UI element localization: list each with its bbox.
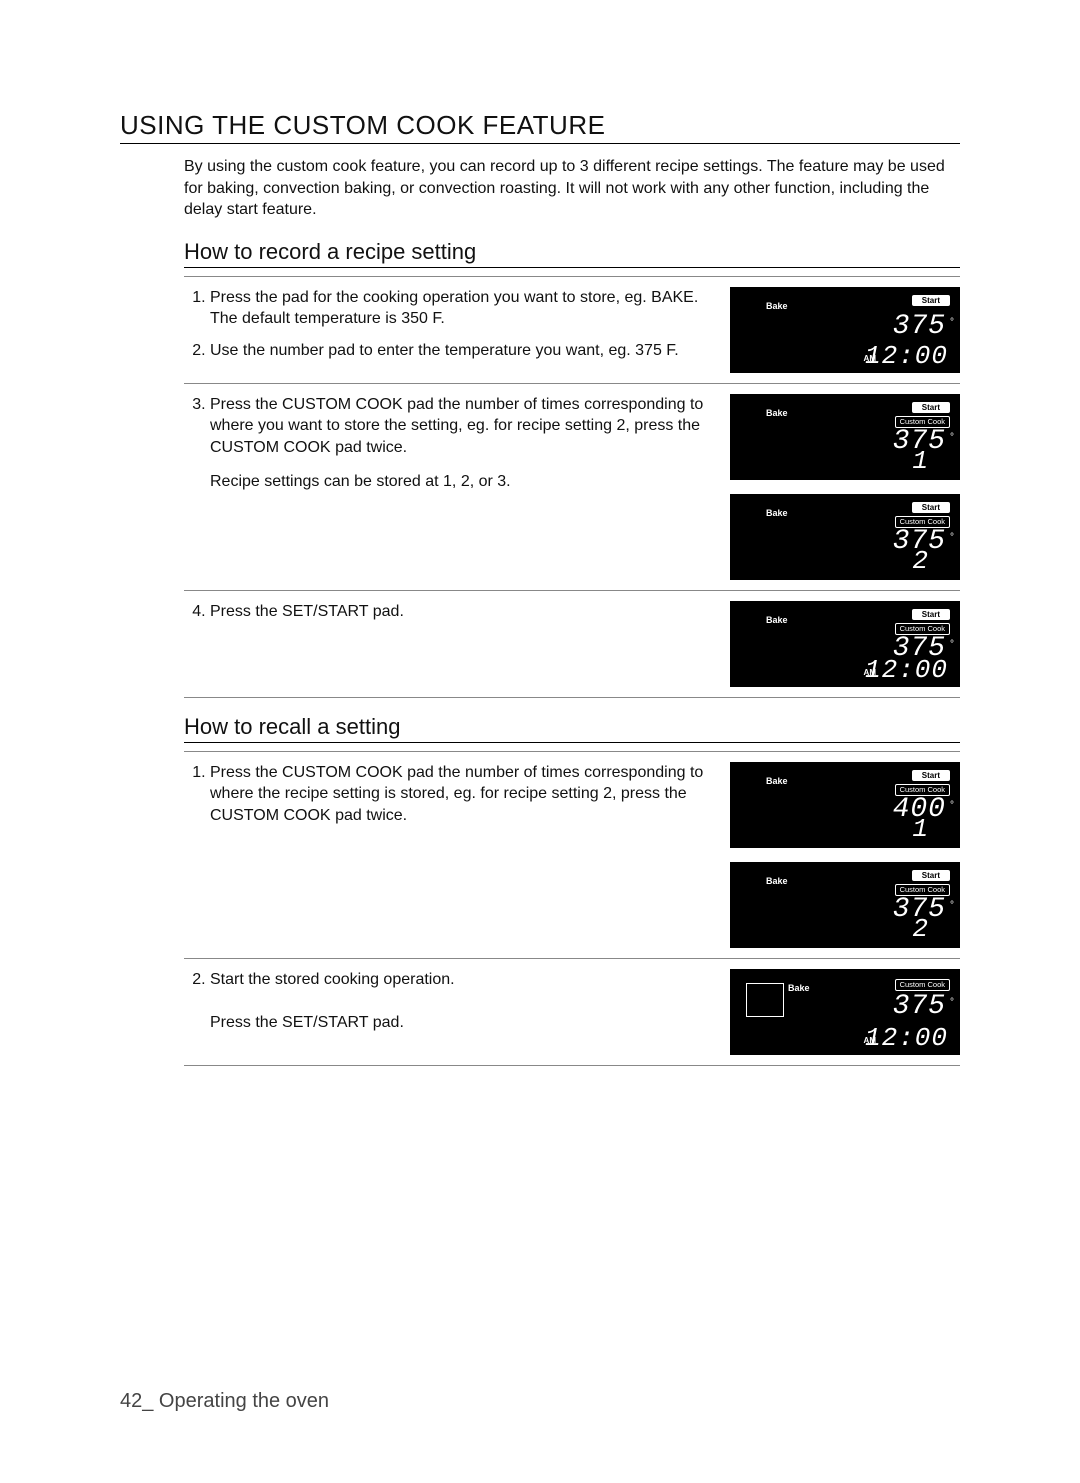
oven-display-2: Bake Start Custom Cook 375 ° 1 — [730, 394, 960, 480]
recall-section: Press the CUSTOM COOK pad the number of … — [184, 751, 960, 1066]
bake-label: Bake — [766, 408, 788, 418]
oven-display-6: Bake Start Custom Cook 375 ° 2 — [730, 862, 960, 948]
page-footer: 42_ Operating the oven — [120, 1390, 329, 1413]
bake-label: Bake — [766, 301, 788, 311]
degree-icon: ° — [950, 800, 954, 811]
custom-cook-button-icon: Custom Cook — [895, 979, 950, 992]
degree-icon: ° — [950, 532, 954, 543]
section-record-title: How to record a recipe setting — [184, 239, 960, 268]
recall-step-2: Start the stored cooking operation. Pres… — [210, 969, 710, 1034]
start-button-icon: Start — [912, 870, 950, 882]
step3-text-c: pad twice. — [335, 439, 407, 456]
start-button-icon: Start — [912, 502, 950, 514]
recall-row-1: Press the CUSTOM COOK pad the number of … — [184, 762, 960, 959]
bake-label: Bake — [766, 508, 788, 518]
slot-readout: 2 — [912, 547, 928, 576]
recall2-text-c: pad. — [373, 1014, 404, 1031]
degree-icon: ° — [950, 639, 954, 650]
oven-display-7: Bake Custom Cook 375 ° AM 12:00 — [730, 969, 960, 1055]
start-button-icon: Start — [912, 770, 950, 782]
oven-display-1: Bake Start 375 ° AM 12:00 — [730, 287, 960, 373]
custom-cook-pad-ref-2: CUSTOM COOK — [210, 439, 331, 456]
record-step-2: Use the number pad to enter the temperat… — [210, 340, 710, 362]
page-title: USING THE CUSTOM COOK FEATURE — [120, 110, 960, 144]
clock-readout: 12:00 — [865, 1024, 948, 1053]
recall-row-2: Start the stored cooking operation. Pres… — [184, 969, 960, 1066]
set-start-pad-ref: SET/START — [282, 603, 368, 620]
set-start-pad-ref-2: SET/START — [282, 1014, 368, 1031]
custom-cook-pad-ref-3: CUSTOM COOK — [282, 764, 403, 781]
clock-readout: 12:00 — [865, 342, 948, 371]
oven-display-4: Bake Start Custom Cook 375 ° AM 12:00 — [730, 601, 960, 687]
recall2-text-a: Start the stored cooking operation. — [210, 971, 455, 988]
start-button-icon: Start — [912, 609, 950, 621]
record-step-3: Press the CUSTOM COOK pad the number of … — [210, 394, 710, 459]
degree-icon: ° — [950, 317, 954, 328]
start-button-icon: Start — [912, 402, 950, 414]
start-button-icon: Start — [912, 295, 950, 307]
oven-display-3: Bake Start Custom Cook 375 ° 2 — [730, 494, 960, 580]
slot-readout: 2 — [912, 915, 928, 944]
bake-label: Bake — [788, 983, 810, 993]
record-step-4: Press the SET/START pad. — [210, 601, 710, 623]
page: USING THE CUSTOM COOK FEATURE By using t… — [0, 0, 1080, 1483]
degree-icon: ° — [950, 900, 954, 911]
footer-section-title: Operating the oven — [153, 1390, 329, 1412]
bake-label: Bake — [766, 876, 788, 886]
custom-cook-pad-ref-4: CUSTOM COOK — [210, 807, 331, 824]
slot-readout: 1 — [912, 815, 928, 844]
degree-icon: ° — [950, 997, 954, 1008]
record-row-1: Press the pad for the cooking operation … — [184, 287, 960, 384]
record-row-3: Press the SET/START pad. Bake Start Cust… — [184, 601, 960, 698]
record-row-2: Press the CUSTOM COOK pad the number of … — [184, 394, 960, 591]
degree-icon: ° — [950, 432, 954, 443]
recall1-text-a: Press the — [210, 764, 278, 781]
record-step-1: Press the pad for the cooking operation … — [210, 287, 710, 330]
step4-text-a: Press the — [210, 603, 278, 620]
temp-readout: 375 — [893, 993, 946, 1021]
intro-paragraph: By using the custom cook feature, you ca… — [184, 156, 960, 221]
recall1-text-c: pad twice. — [335, 807, 407, 824]
bake-label: Bake — [766, 776, 788, 786]
recall2-text-b: Press the — [210, 1014, 278, 1031]
step4-text-b: pad. — [373, 603, 404, 620]
custom-cook-pad-ref: CUSTOM COOK — [282, 396, 403, 413]
bake-box-icon — [746, 983, 784, 1017]
slot-readout: 1 — [912, 447, 928, 476]
temp-readout: 375 — [893, 313, 946, 341]
step3-text-a: Press the — [210, 396, 278, 413]
oven-display-5: Bake Start Custom Cook 400 ° 1 — [730, 762, 960, 848]
record-section: Press the pad for the cooking operation … — [184, 276, 960, 698]
record-step-3-note: Recipe settings can be stored at 1, 2, o… — [210, 471, 710, 493]
bake-label: Bake — [766, 615, 788, 625]
section-recall-title: How to recall a setting — [184, 714, 960, 743]
recall-step-1: Press the CUSTOM COOK pad the number of … — [210, 762, 710, 827]
page-number: 42_ — [120, 1390, 153, 1412]
clock-readout: 12:00 — [865, 656, 948, 685]
